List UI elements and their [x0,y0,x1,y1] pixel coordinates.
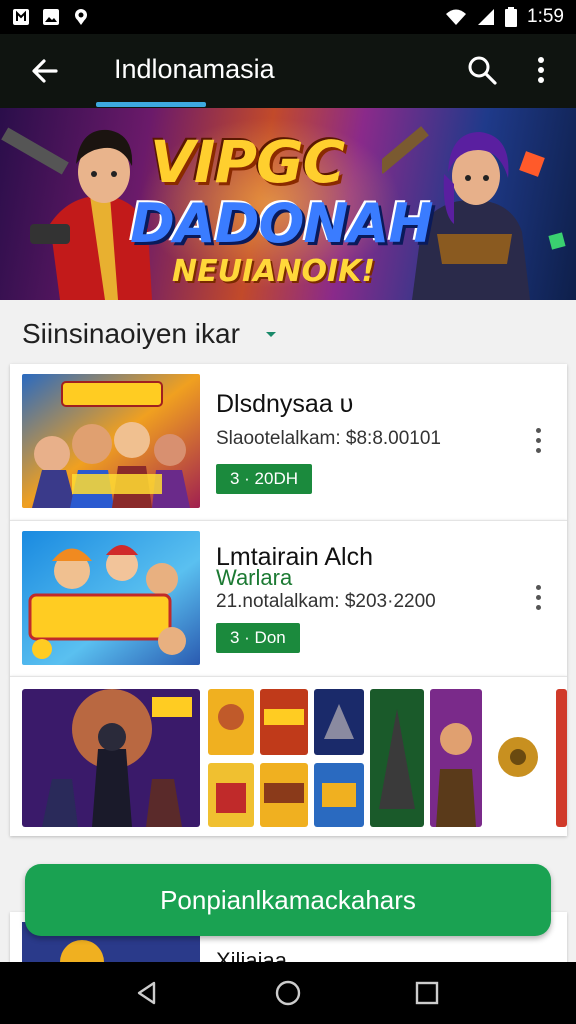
wifi-icon [446,9,467,25]
status-badge[interactable]: 3 · Don [216,623,300,653]
status-time: 1:59 [527,6,564,27]
app-title: Indlonamasia [114,54,275,84]
more-vert-icon[interactable] [530,54,552,86]
primary-cta-button[interactable]: Ponpianlkamackahars [25,864,551,936]
gallery-tile-4[interactable] [260,689,308,755]
status-badge[interactable]: 3 · 20DH [216,464,313,494]
status-bar: 1:59 [0,0,576,34]
home-circle-icon[interactable] [273,978,303,1008]
gallery-tile-11[interactable] [556,689,567,827]
notification-icon [13,9,29,25]
banner-tagline: NEUIANOIK! [172,254,376,289]
recents-square-icon[interactable] [412,978,442,1008]
list-item-1[interactable]: Dlsdnysaa υ Slaootelalkam: $8:8.00101 3 … [10,364,567,520]
system-nav-bar [0,962,576,1024]
gallery-tile-2[interactable] [208,689,254,755]
tab-indicator [96,102,206,107]
item-meta: 21.notalalkam: $203·2200 [216,591,436,612]
list-item-2[interactable]: Lmtairain Alch Warlara 21.notalalkam: $2… [10,520,567,676]
item-overflow-button[interactable] [529,426,547,456]
section-title[interactable]: Siinsinaoiyen ikar [22,318,240,350]
gallery-tile-3[interactable] [208,763,254,827]
arrow-back-icon[interactable] [28,54,62,88]
gallery-tile-1[interactable] [22,689,200,827]
app-bar: Indlonamasia [0,34,576,108]
item-meta: Slaootelalkam: $8:8.00101 [216,428,441,449]
gallery-tile-6[interactable] [314,689,364,755]
back-triangle-icon[interactable] [132,978,162,1008]
signal-icon [478,9,495,25]
banner-headline: VIPGC [150,128,345,196]
gallery-tile-9[interactable] [430,689,482,827]
location-icon [75,9,87,25]
game-thumbnail-1 [22,374,200,508]
gallery-row[interactable] [10,676,567,836]
battery-icon [505,7,518,27]
gallery-tile-10[interactable] [488,689,548,827]
game-thumbnail-2 [22,531,200,665]
item-overflow-button[interactable] [529,583,547,613]
dropdown-caret-icon[interactable] [264,330,278,340]
item-title: Dlsdnysaa υ [216,390,354,418]
promo-banner[interactable]: VIPGC DADONAH NEUIANOIK! [0,108,576,300]
image-icon [43,9,59,25]
search-icon[interactable] [466,54,498,86]
banner-subheadline: DADONAH [130,192,434,255]
screen: 1:59 Indlonamasia VIPGC DADONAH NEUIANOI… [0,0,576,1024]
gallery-tile-5[interactable] [260,763,308,827]
item-subtitle: Warlara [216,565,293,590]
gallery-tile-7[interactable] [314,763,364,827]
gallery-tile-8[interactable] [370,689,424,827]
